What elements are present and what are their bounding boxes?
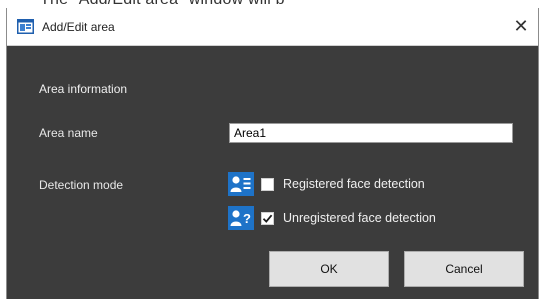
checkmark-icon <box>262 214 273 223</box>
section-title: Area information <box>39 82 128 96</box>
window-title: Add/Edit area <box>42 20 115 34</box>
detection-mode-label: Detection mode <box>39 178 124 192</box>
unknown-person-icon: ? <box>228 206 254 230</box>
svg-text:?: ? <box>243 211 251 226</box>
unregistered-face-label: Unregistered face detection <box>283 211 436 225</box>
close-button[interactable]: ✕ <box>504 8 538 44</box>
unregistered-face-checkbox[interactable] <box>261 212 274 225</box>
caption-text: The "Add/Edit area" window will b <box>40 0 285 8</box>
area-name-label: Area name <box>39 126 98 140</box>
page-caption: The "Add/Edit area" window will b <box>0 0 539 8</box>
cancel-button[interactable]: Cancel <box>404 251 524 287</box>
registered-face-checkbox[interactable] <box>261 178 274 191</box>
title-bar: Add/Edit area ✕ <box>7 8 538 46</box>
add-edit-area-dialog: Add/Edit area ✕ Area information Area na… <box>6 8 539 299</box>
registered-person-list-icon <box>228 172 254 196</box>
app-window-icon <box>17 19 34 34</box>
close-icon: ✕ <box>513 15 529 36</box>
registered-face-label: Registered face detection <box>283 177 425 191</box>
area-name-input[interactable] <box>229 123 513 143</box>
ok-button[interactable]: OK <box>269 251 389 287</box>
